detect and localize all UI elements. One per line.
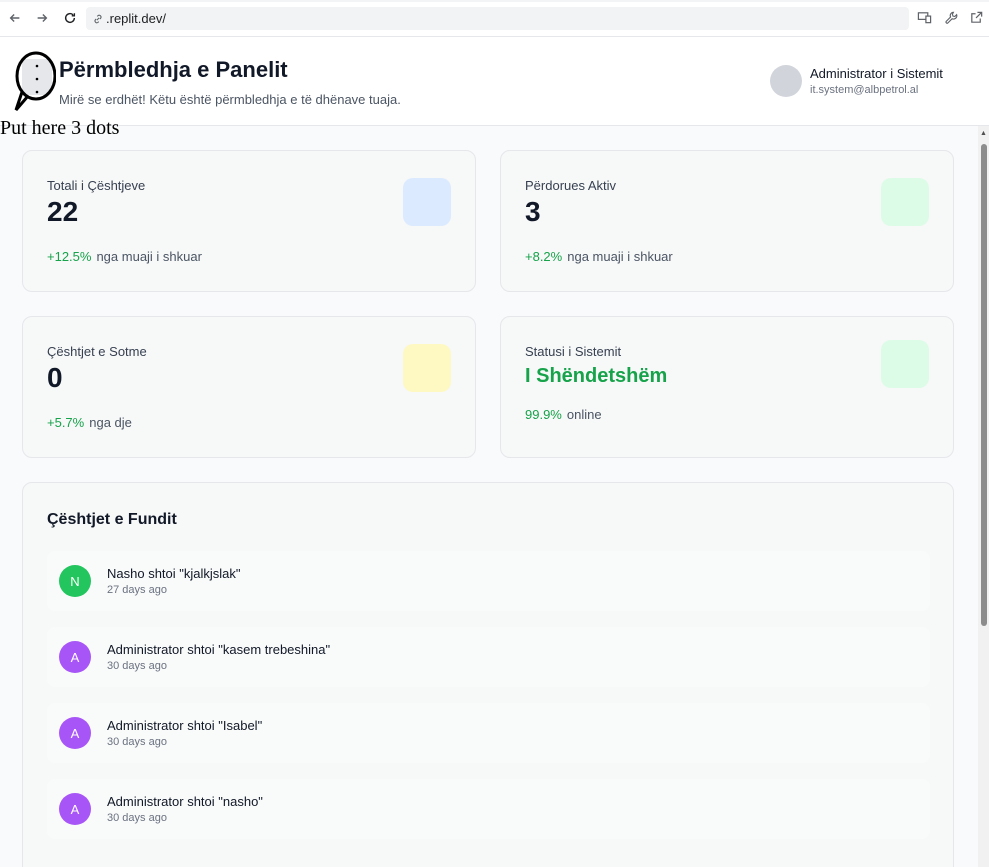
list-item[interactable]: N Nasho shtoi "kjalkjslak" 27 days ago xyxy=(47,551,930,611)
browser-toolbar: .replit.dev/ xyxy=(0,0,989,37)
user-name: Administrator i Sistemit xyxy=(810,66,943,81)
url-text: .replit.dev/ xyxy=(106,11,166,26)
activity-text: Administrator shtoi "Isabel" xyxy=(107,718,263,733)
user-avatar[interactable] xyxy=(770,65,802,97)
page-title: Përmbledhja e Panelit xyxy=(59,57,288,82)
stat-change-value: 99.9% xyxy=(525,407,562,422)
stat-change-value: +5.7% xyxy=(47,415,85,430)
status-icon xyxy=(881,340,929,388)
avatar: A xyxy=(59,717,91,749)
stat-label: Përdorues Aktiv xyxy=(525,178,617,193)
forward-button[interactable] xyxy=(33,9,51,27)
recent-issues-title: Çështjet e Fundit xyxy=(47,511,177,528)
activity-text: Administrator shtoi "kasem trebeshina" xyxy=(107,642,331,657)
activity-time: 27 days ago xyxy=(107,584,167,596)
back-button[interactable] xyxy=(6,9,24,27)
devices-button[interactable] xyxy=(917,10,933,26)
arrow-left-icon xyxy=(9,14,20,22)
avatar: A xyxy=(59,793,91,825)
wrench-icon xyxy=(945,11,958,24)
reload-icon xyxy=(64,12,76,24)
stat-change-text: nga muaji i shkuar xyxy=(567,249,673,264)
page-subtitle: Mirë se erdhët! Këtu është përmbledhja e… xyxy=(59,92,401,107)
list-item[interactable]: A Administrator shtoi "Isabel" 30 days a… xyxy=(47,703,930,763)
arrow-right-icon xyxy=(37,14,48,22)
stat-card-system-status: Statusi i Sistemit I Shëndetshëm 99.9% on… xyxy=(500,316,954,458)
external-link-icon xyxy=(971,11,983,23)
annotation-text: Put here 3 dots xyxy=(0,117,120,139)
stat-label: Çështjet e Sotme xyxy=(47,344,147,359)
stat-value: I Shëndetshëm xyxy=(525,365,668,387)
tools-button[interactable] xyxy=(944,10,960,26)
activity-text: Nasho shtoi "kjalkjslak" xyxy=(107,566,241,581)
stat-change-value: +12.5% xyxy=(47,249,92,264)
activity-time: 30 days ago xyxy=(107,736,167,748)
stat-value: 22 xyxy=(47,196,79,227)
stat-change: +8.2% nga muaji i shkuar xyxy=(525,249,673,264)
recent-issues-panel: Çështjet e Fundit N Nasho shtoi "kjalkjs… xyxy=(22,482,954,867)
stat-card-total-issues: Totali i Çështjeve 22 +12.5% nga muaji i … xyxy=(22,150,476,292)
activity-time: 30 days ago xyxy=(107,812,167,824)
avatar: N xyxy=(59,565,91,597)
open-new-tab-button[interactable] xyxy=(969,10,985,26)
stat-label: Statusi i Sistemit xyxy=(525,344,622,359)
stat-change-text: nga dje xyxy=(89,415,132,430)
user-email: it.system@albpetrol.al xyxy=(810,84,919,96)
stat-value: 3 xyxy=(525,196,541,227)
main-content: Totali i Çështjeve 22 +12.5% nga muaji i … xyxy=(0,126,978,867)
activity-text: Administrator shtoi "nasho" xyxy=(107,794,263,809)
avatar: A xyxy=(59,641,91,673)
vertical-scrollbar[interactable]: ▲ xyxy=(978,126,989,867)
list-item[interactable]: A Administrator shtoi "nasho" 30 days ag… xyxy=(47,779,930,839)
stat-card-active-users: Përdorues Aktiv 3 +8.2% nga muaji i shkua… xyxy=(500,150,954,292)
app-header: Përmbledhja e Panelit Mirë se erdhët! Kë… xyxy=(0,37,989,126)
stat-change: +12.5% nga muaji i shkuar xyxy=(47,249,202,264)
users-icon xyxy=(881,178,929,226)
stat-label: Totali i Çështjeve xyxy=(47,178,146,193)
calendar-icon xyxy=(403,344,451,392)
stat-change: +5.7% nga dje xyxy=(47,415,132,430)
reload-button[interactable] xyxy=(61,9,79,27)
stat-change: 99.9% online xyxy=(525,407,602,422)
scroll-up-icon[interactable]: ▲ xyxy=(980,130,987,137)
stat-change-value: +8.2% xyxy=(525,249,563,264)
file-icon xyxy=(403,178,451,226)
activity-time: 30 days ago xyxy=(107,660,167,672)
stat-change-text: nga muaji i shkuar xyxy=(96,249,202,264)
stat-change-text: online xyxy=(566,407,602,422)
devices-icon xyxy=(917,12,932,24)
address-bar[interactable]: .replit.dev/ xyxy=(86,7,909,30)
annotation-three-dots-icon xyxy=(14,51,56,111)
stat-value: 0 xyxy=(47,362,63,393)
scrollbar-thumb[interactable] xyxy=(981,144,987,626)
stat-card-today-issues: Çështjet e Sotme 0 +5.7% nga dje xyxy=(22,316,476,458)
browser-top-edge xyxy=(0,0,989,2)
link-icon xyxy=(94,14,102,23)
list-item[interactable]: A Administrator shtoi "kasem trebeshina"… xyxy=(47,627,930,687)
